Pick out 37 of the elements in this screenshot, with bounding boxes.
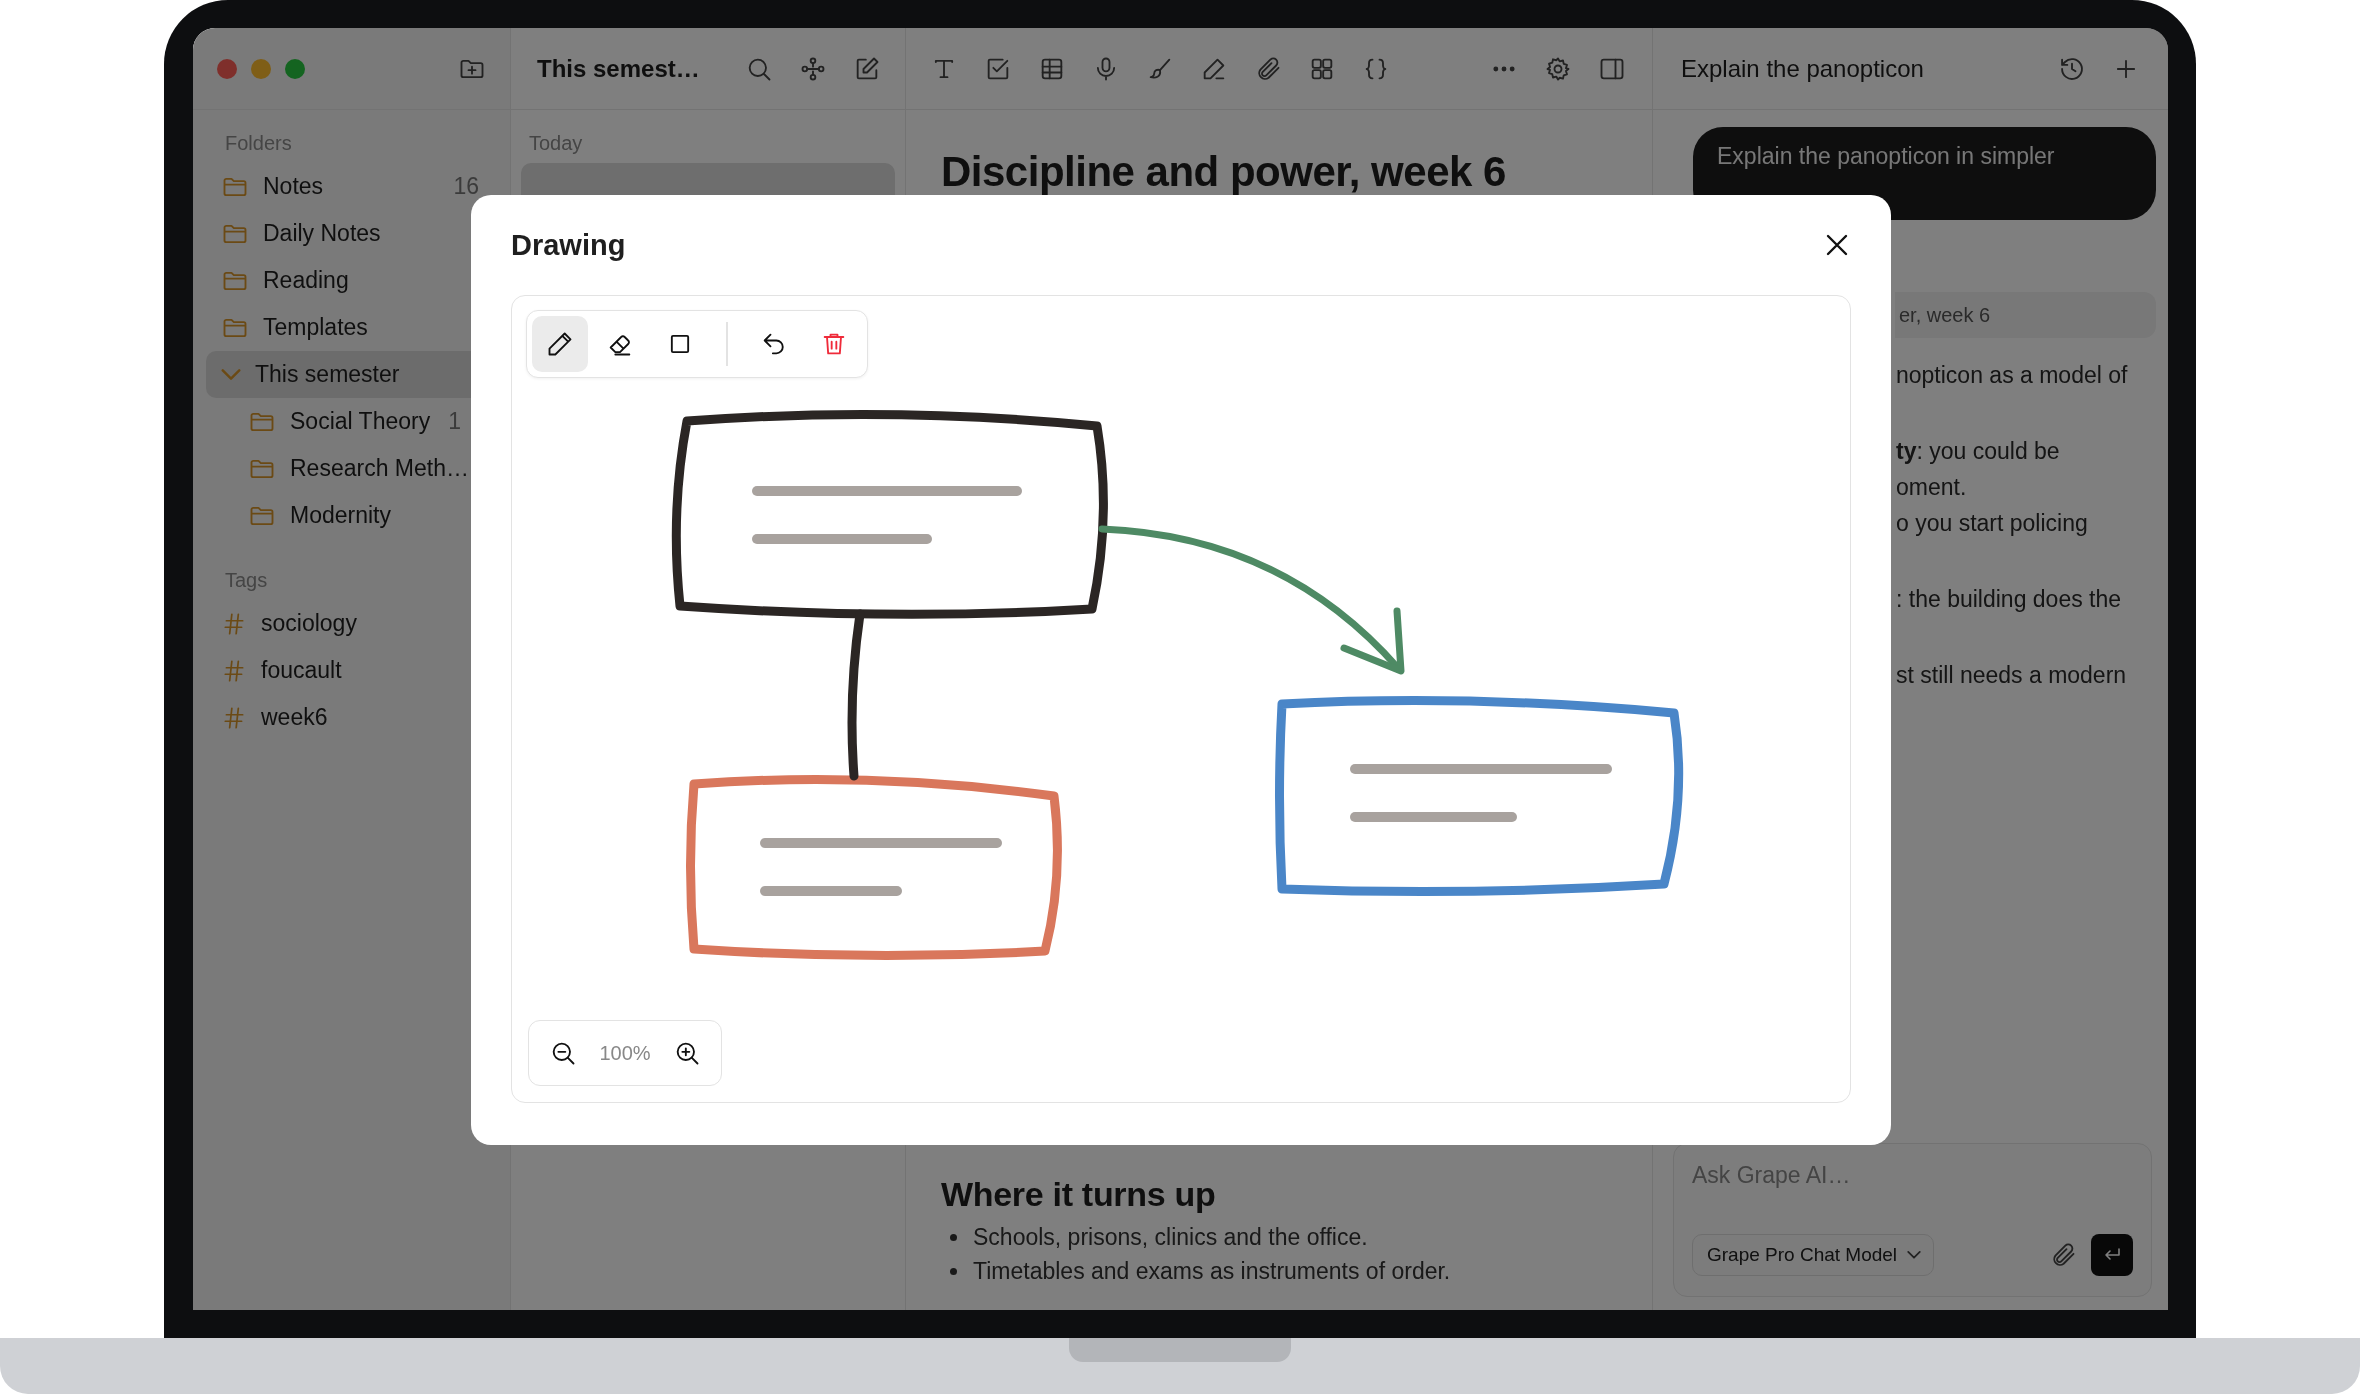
- section-heading: Where it turns up: [941, 1175, 1217, 1214]
- tag-item[interactable]: foucault: [206, 647, 497, 694]
- zoom-level: 100%: [598, 1041, 652, 1065]
- drawing-canvas[interactable]: 100%: [511, 295, 1851, 1103]
- pen-tool-button[interactable]: [532, 316, 588, 372]
- folder-title: This semest…: [536, 54, 701, 83]
- bullet-item: Timetables and exams as instruments of order.: [973, 1257, 1451, 1286]
- bullet-item: Schools, prisons, clinics and the office.: [973, 1223, 1368, 1252]
- reply-text: nopticon as a model of: [1896, 361, 2129, 390]
- reply-text: ty: you could be: [1896, 437, 2061, 466]
- folder-item[interactable]: Templates: [206, 304, 497, 351]
- folder-item[interactable]: Notes 16: [206, 163, 497, 210]
- tag-item[interactable]: sociology: [206, 600, 497, 647]
- bullet-icon: [950, 1267, 957, 1275]
- reply-text: : the building does the: [1896, 585, 2123, 614]
- reply-text: oment.: [1896, 473, 1968, 502]
- chat-title: Explain the panopticon: [1680, 54, 1925, 83]
- note-title: Discipline and power, week 6: [941, 148, 1507, 196]
- dialog-title: Drawing: [511, 228, 627, 262]
- pencil-icon: [546, 330, 574, 358]
- reply-text: st still needs a modern: [1896, 661, 2128, 690]
- reply-text: o you start policing: [1896, 509, 2089, 538]
- folder-item[interactable]: Daily Notes: [206, 210, 497, 257]
- folder-item[interactable]: Reading: [206, 257, 497, 304]
- send-button[interactable]: [2091, 1234, 2133, 1276]
- folder-item[interactable]: Research Meth…: [206, 445, 497, 492]
- folder-item[interactable]: Modernity: [206, 492, 497, 539]
- chevron-down-icon: [221, 369, 241, 380]
- section-label: Today: [528, 131, 584, 156]
- window-close-button[interactable]: [217, 58, 237, 79]
- chat-input[interactable]: Ask Grape AI…: [1692, 1158, 2133, 1193]
- source-chip[interactable]: er, week 6: [1895, 292, 2156, 338]
- bullet-icon: [950, 1233, 957, 1241]
- model-dropdown[interactable]: Grape Pro Chat Model: [1692, 1234, 1935, 1276]
- chevron-down-icon: [1907, 1251, 1922, 1259]
- folder-item[interactable]: Social Theory 1: [206, 398, 497, 445]
- tag-item[interactable]: week6: [206, 694, 497, 741]
